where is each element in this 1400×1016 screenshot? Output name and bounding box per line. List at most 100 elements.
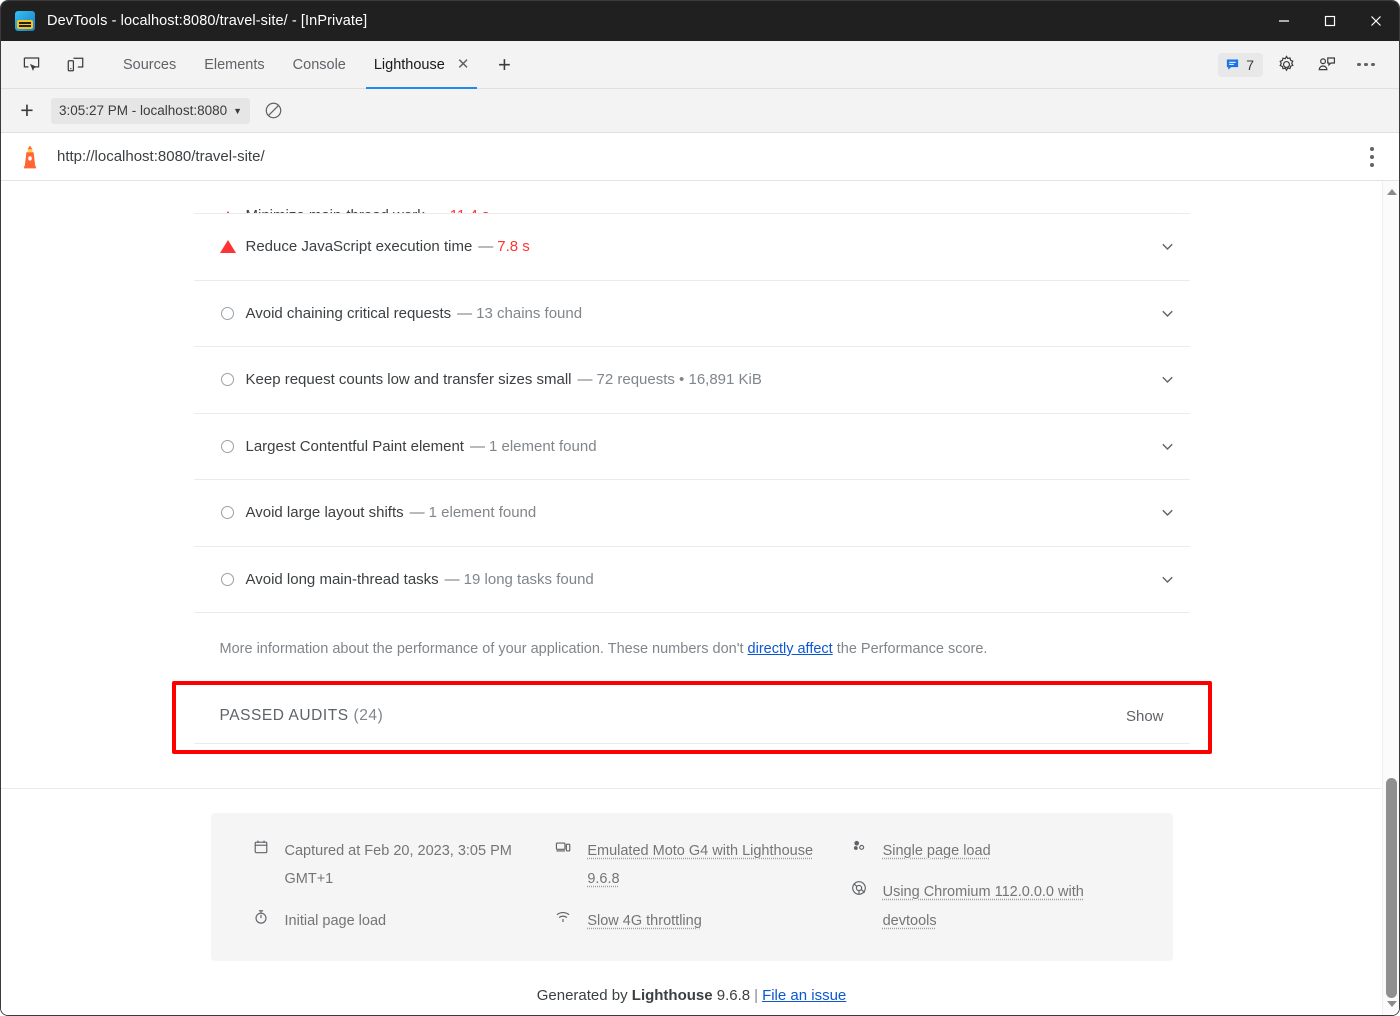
- audit-dash: —: [577, 371, 593, 389]
- lighthouse-version: 9.6.8: [716, 986, 751, 1004]
- close-icon[interactable]: ✕: [457, 57, 470, 72]
- audit-title: Avoid large layout shifts: [245, 504, 404, 522]
- window-title: DevTools - localhost:8080/travel-site/ -…: [47, 13, 368, 29]
- kebab-menu-icon[interactable]: [1359, 142, 1385, 172]
- info-circle-icon: [220, 506, 246, 520]
- scroll-up-arrow[interactable]: [1383, 183, 1399, 201]
- audit-title-row: Avoid chaining critical requests —13 chai…: [246, 305, 583, 322]
- devtools-window: DevTools - localhost:8080/travel-site/ -…: [0, 0, 1400, 1016]
- metadata-text: Single page load: [882, 843, 991, 859]
- more-info-before: More information about the performance o…: [219, 641, 748, 657]
- maximize-button[interactable]: [1307, 1, 1353, 41]
- issues-badge[interactable]: 7: [1218, 52, 1263, 77]
- tab-elements[interactable]: Elements: [190, 41, 278, 89]
- passed-audits-show-toggle[interactable]: Show: [1126, 708, 1164, 725]
- generated-by-footer: Generated by Lighthouse 9.6.8 | File an is…: [194, 987, 1190, 1004]
- lighthouse-icon: [17, 144, 43, 170]
- audit-dash: —: [478, 238, 494, 256]
- chevron-down-icon[interactable]: [1148, 371, 1188, 388]
- tab-lighthouse[interactable]: Lighthouse ✕: [360, 41, 484, 89]
- more-options-icon[interactable]: [1349, 50, 1383, 80]
- chevron-down-icon[interactable]: [1148, 207, 1188, 213]
- audit-row[interactable]: Avoid long main-thread tasks —19 long tas…: [193, 547, 1190, 613]
- scroll-down-arrow[interactable]: [1383, 995, 1399, 1013]
- generated-prefix: Generated by: [536, 986, 632, 1004]
- audit-title: Keep request counts low and transfer siz…: [245, 371, 572, 389]
- inspect-element-icon[interactable]: [13, 49, 49, 81]
- metadata-column: Single page load Using Chromium 112.0.0.…: [849, 837, 1133, 935]
- tab-sources[interactable]: Sources: [109, 41, 190, 89]
- tab-label: Sources: [123, 56, 177, 73]
- tab-list: Sources Elements Console Lighthouse ✕ +: [109, 41, 521, 89]
- chevron-down-icon[interactable]: [1148, 238, 1188, 255]
- audit-title: Largest Contentful Paint element: [245, 437, 464, 455]
- tab-console[interactable]: Console: [279, 41, 360, 89]
- report-scrollbar[interactable]: [1382, 181, 1399, 1015]
- calendar-icon: [251, 837, 271, 855]
- audit-dash: —: [444, 570, 460, 588]
- metadata-item: Captured at Feb 20, 2023, 3:05 PM GMT+1: [251, 837, 554, 894]
- audit-title-row: Reduce JavaScript execution time —7.8 s: [246, 238, 530, 255]
- scrollbar-thumb[interactable]: [1386, 778, 1397, 998]
- info-circle-icon: [220, 572, 246, 586]
- metadata-item: Using Chromium 112.0.0.0 with devtools: [849, 878, 1133, 935]
- audit-dash: —: [457, 304, 473, 322]
- passed-audits-label: PASSED AUDITS: [219, 707, 349, 724]
- audit-row[interactable]: Avoid large layout shifts —1 element foun…: [193, 480, 1190, 547]
- audit-value: 13 chains found: [476, 304, 583, 322]
- audit-value: 72 requests • 16,891 KiB: [596, 371, 762, 389]
- report-metadata: Captured at Feb 20, 2023, 3:05 PM GMT+1 …: [210, 813, 1173, 961]
- report-selector-label: 3:05:27 PM - localhost:8080: [59, 103, 228, 118]
- file-an-issue-link[interactable]: File an issue: [762, 987, 846, 1004]
- feedback-icon[interactable]: [1309, 50, 1343, 80]
- passed-audits-highlight: PASSED AUDITS (24) Show: [171, 681, 1212, 754]
- devtools-tab-bar: Sources Elements Console Lighthouse ✕ +: [1, 41, 1399, 89]
- metadata-item: Single page load: [849, 837, 1133, 865]
- chevron-down-icon[interactable]: [1148, 504, 1188, 521]
- add-panel-button[interactable]: +: [487, 48, 521, 82]
- title-bar: DevTools - localhost:8080/travel-site/ -…: [1, 1, 1399, 41]
- audit-title: Avoid chaining critical requests: [245, 304, 452, 322]
- metadata-column: Captured at Feb 20, 2023, 3:05 PM GMT+1 …: [251, 837, 554, 935]
- metadata-column: Emulated Moto G4 with Lighthouse 9.6.8 S…: [553, 837, 848, 935]
- audit-row[interactable]: Keep request counts low and transfer siz…: [193, 347, 1190, 414]
- tab-bar-actions: 7: [1218, 50, 1399, 80]
- audit-row[interactable]: Reduce JavaScript execution time —7.8 s: [193, 214, 1190, 281]
- new-report-button[interactable]: +: [13, 97, 41, 125]
- clear-icon[interactable]: [260, 98, 286, 124]
- stopwatch-icon: [251, 907, 271, 925]
- chevron-down-icon[interactable]: [1148, 571, 1188, 588]
- audit-title: Avoid long main-thread tasks: [245, 570, 439, 588]
- lighthouse-run-toolbar: + 3:05:27 PM - localhost:8080 ▼: [1, 89, 1399, 133]
- report-selector[interactable]: 3:05:27 PM - localhost:8080 ▼: [51, 97, 251, 124]
- network-throttle-icon: [553, 907, 573, 925]
- audit-value: 7.8 s: [497, 238, 530, 256]
- issues-icon: [1227, 59, 1239, 70]
- settings-gear-icon[interactable]: [1269, 50, 1303, 80]
- devices-icon: [553, 837, 573, 855]
- audit-value: 1 element found: [428, 504, 537, 522]
- passed-audits-count: (24): [353, 707, 384, 724]
- metadata-text: Emulated Moto G4 with Lighthouse 9.6.8: [587, 843, 814, 888]
- more-info-after: the Performance score.: [832, 641, 988, 657]
- audit-row[interactable]: Largest Contentful Paint element —1 eleme…: [193, 414, 1190, 480]
- minimize-button[interactable]: [1261, 1, 1307, 41]
- directly-affect-link[interactable]: directly affect: [748, 641, 833, 657]
- audit-title-row: Avoid long main-thread tasks —19 long tas…: [246, 571, 594, 588]
- audit-title-row: Minimize main-thread work — 11.4 s: [246, 207, 490, 213]
- close-button[interactable]: [1353, 1, 1399, 41]
- lighthouse-report: Minimize main-thread work — 11.4 s Reduce …: [1, 181, 1399, 1015]
- info-circle-icon: [220, 439, 246, 453]
- passed-audits-section[interactable]: PASSED AUDITS (24) Show: [193, 691, 1190, 744]
- audit-title: Reduce JavaScript execution time: [245, 238, 473, 256]
- audit-dash: —: [469, 437, 485, 455]
- audit-row[interactable]: Minimize main-thread work — 11.4 s: [193, 181, 1190, 214]
- metadata-item: Slow 4G throttling: [553, 907, 848, 935]
- chevron-down-icon[interactable]: [1148, 438, 1188, 455]
- metadata-item: Initial page load: [251, 907, 554, 935]
- audit-value: 19 long tasks found: [463, 570, 594, 588]
- audit-dash: —: [409, 504, 425, 522]
- audit-row[interactable]: Avoid chaining critical requests —13 chai…: [193, 281, 1190, 347]
- chevron-down-icon[interactable]: [1148, 305, 1188, 322]
- device-toolbar-icon[interactable]: [57, 49, 93, 81]
